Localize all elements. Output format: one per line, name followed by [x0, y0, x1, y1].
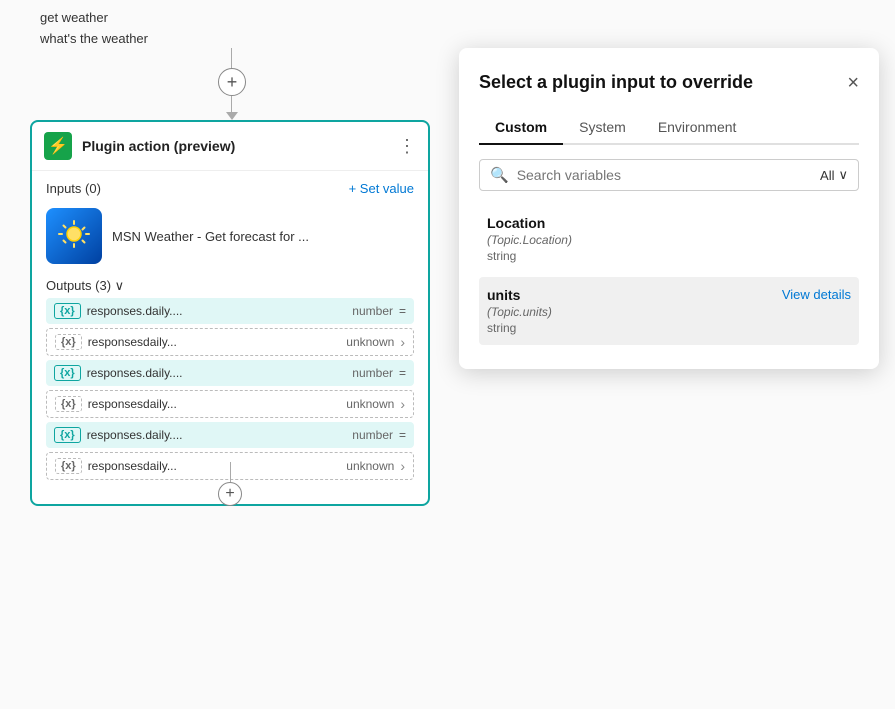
output-type-3: unknown [346, 397, 394, 411]
search-icon: 🔍 [490, 166, 509, 184]
view-details-link-units[interactable]: View details [782, 287, 851, 302]
chevron-right-icon-1: › [400, 334, 405, 350]
msn-icon [46, 208, 102, 264]
bottom-connector: + [218, 462, 242, 506]
output-type-4: number [352, 428, 393, 442]
output-equals-0: = [399, 304, 406, 318]
plugin-menu-icon[interactable]: ⋮ [398, 136, 416, 157]
search-bar: 🔍 All ∨ [479, 159, 859, 191]
trigger-line-1: get weather [40, 8, 148, 29]
variable-type-units: string [487, 321, 851, 335]
outputs-section: Outputs (3) ∨ {x} responses.daily.... nu… [32, 270, 428, 488]
variable-item-units-header: units View details [487, 287, 851, 303]
bottom-line [230, 462, 231, 482]
output-row-1[interactable]: {x} responsesdaily... unknown › [46, 328, 414, 356]
msn-text: MSN Weather - Get forecast for ... [112, 229, 309, 244]
output-type-1: unknown [346, 335, 394, 349]
output-equals-4: = [399, 428, 406, 442]
panel-header: Select a plugin input to override × [479, 72, 859, 93]
variable-item-location-header: Location [487, 215, 851, 231]
plugin-title: Plugin action (preview) [82, 138, 388, 154]
panel-close-button[interactable]: × [847, 73, 859, 93]
plugin-card-header: ⚡ Plugin action (preview) ⋮ [32, 122, 428, 171]
filter-label: All [820, 168, 834, 183]
connector-plus-button[interactable]: + [218, 68, 246, 96]
output-type-5: unknown [346, 459, 394, 473]
output-name-0: responses.daily.... [87, 304, 347, 318]
output-row-2: {x} responses.daily.... number = [46, 360, 414, 386]
search-input[interactable] [517, 167, 812, 183]
output-badge-3: {x} [55, 396, 82, 412]
bottom-plus-button[interactable]: + [218, 482, 242, 506]
variable-name-units: units [487, 287, 520, 303]
msn-row: MSN Weather - Get forecast for ... [32, 202, 428, 270]
inputs-section: Inputs (0) + Set value [32, 171, 428, 202]
select-plugin-input-panel: Select a plugin input to override × Cust… [459, 48, 879, 369]
chevron-right-icon-5: › [400, 458, 405, 474]
set-value-button[interactable]: + Set value [349, 181, 414, 196]
output-type-0: number [352, 304, 393, 318]
variable-path-units: (Topic.units) [487, 305, 851, 319]
inputs-label: Inputs (0) [46, 181, 101, 196]
output-equals-2: = [399, 366, 406, 380]
tab-system[interactable]: System [563, 111, 642, 145]
output-badge-0: {x} [54, 303, 81, 319]
output-badge-5: {x} [55, 458, 82, 474]
output-badge-2: {x} [54, 365, 81, 381]
variable-item-location[interactable]: Location (Topic.Location) string [479, 205, 859, 273]
trigger-text: get weather what's the weather [40, 8, 148, 50]
panel-tabs: Custom System Environment [479, 111, 859, 145]
arrow-down-icon [226, 112, 238, 120]
output-name-5: responsesdaily... [88, 459, 341, 473]
tab-environment[interactable]: Environment [642, 111, 753, 145]
filter-chevron-icon: ∨ [838, 167, 848, 183]
output-row-0: {x} responses.daily.... number = [46, 298, 414, 324]
output-name-4: responses.daily.... [87, 428, 347, 442]
output-row-4: {x} responses.daily.... number = [46, 422, 414, 448]
output-badge-4: {x} [54, 427, 81, 443]
output-row-3[interactable]: {x} responsesdaily... unknown › [46, 390, 414, 418]
output-name-2: responses.daily.... [87, 366, 347, 380]
output-badge-1: {x} [55, 334, 82, 350]
tab-custom[interactable]: Custom [479, 111, 563, 145]
panel-title: Select a plugin input to override [479, 72, 753, 93]
connector-line-top [231, 48, 232, 70]
output-name-3: responsesdaily... [88, 397, 341, 411]
variable-name-location: Location [487, 215, 545, 231]
output-name-1: responsesdaily... [88, 335, 341, 349]
trigger-line-2: what's the weather [40, 29, 148, 50]
variable-type-location: string [487, 249, 851, 263]
output-type-2: number [352, 366, 393, 380]
search-filter-button[interactable]: All ∨ [820, 167, 848, 183]
variable-item-units[interactable]: units View details (Topic.units) string [479, 277, 859, 345]
plugin-icon: ⚡ [44, 132, 72, 160]
variable-path-location: (Topic.Location) [487, 233, 851, 247]
outputs-label: Outputs (3) ∨ [46, 278, 414, 294]
chevron-right-icon-3: › [400, 396, 405, 412]
plugin-card: ⚡ Plugin action (preview) ⋮ Inputs (0) +… [30, 120, 430, 506]
